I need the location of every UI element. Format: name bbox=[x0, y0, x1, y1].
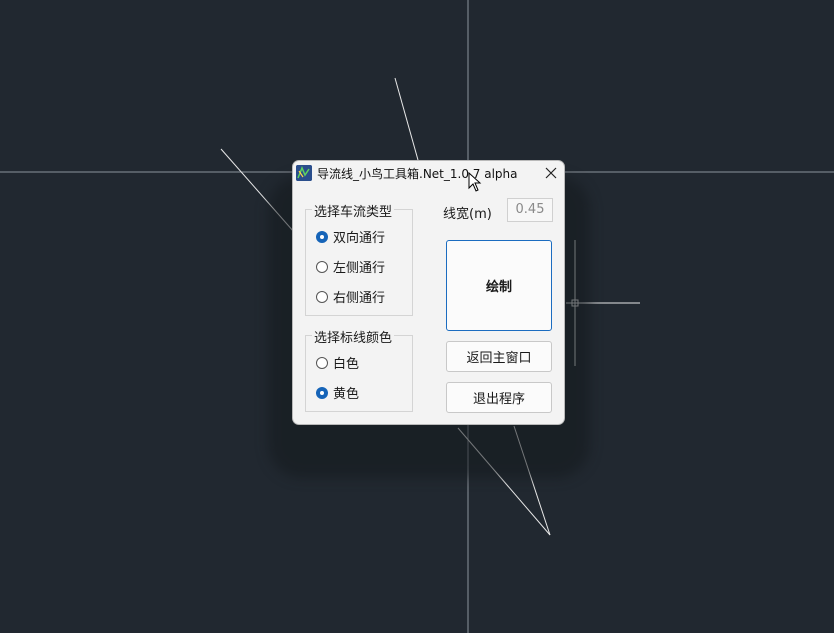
radio-label: 左侧通行 bbox=[333, 261, 386, 276]
close-icon bbox=[545, 167, 557, 179]
line-width-input[interactable]: 0.45 bbox=[507, 198, 553, 222]
radio-indicator-checked[interactable] bbox=[316, 230, 328, 243]
window-title: 导流线_小鸟工具箱.Net_1.0.7 alpha bbox=[317, 167, 518, 181]
close-button[interactable] bbox=[540, 163, 562, 183]
radio-yellow[interactable]: 黄色 bbox=[316, 383, 359, 402]
line-width-label: 线宽(m) bbox=[443, 207, 492, 222]
radio-label: 双向通行 bbox=[333, 231, 386, 246]
radio-left-side[interactable]: 左侧通行 bbox=[316, 257, 385, 276]
exit-program-button[interactable]: 退出程序 bbox=[446, 382, 552, 413]
radio-right-side[interactable]: 右侧通行 bbox=[316, 287, 385, 306]
app-icon bbox=[296, 165, 312, 181]
radio-label: 右侧通行 bbox=[333, 291, 386, 306]
radio-indicator[interactable] bbox=[316, 260, 328, 273]
title-bar[interactable]: 导流线_小鸟工具箱.Net_1.0.7 alpha bbox=[293, 161, 564, 185]
radio-indicator[interactable] bbox=[316, 290, 328, 303]
draw-button[interactable]: 绘制 bbox=[446, 240, 552, 331]
radio-label: 白色 bbox=[333, 357, 360, 372]
line-color-legend: 选择标线颜色 bbox=[312, 327, 395, 346]
mouse-pointer-icon bbox=[468, 171, 482, 196]
radio-label: 黄色 bbox=[333, 387, 360, 402]
radio-indicator[interactable] bbox=[316, 356, 328, 369]
radio-indicator-checked[interactable] bbox=[316, 386, 328, 399]
radio-white[interactable]: 白色 bbox=[316, 353, 359, 372]
dialog-window: 导流线_小鸟工具箱.Net_1.0.7 alpha 选择车流类型 双向通行 左侧… bbox=[292, 160, 565, 425]
radio-two-way[interactable]: 双向通行 bbox=[316, 227, 385, 246]
drawn-line bbox=[394, 77, 419, 161]
traffic-type-legend: 选择车流类型 bbox=[312, 201, 395, 220]
return-main-window-button[interactable]: 返回主窗口 bbox=[446, 341, 552, 372]
